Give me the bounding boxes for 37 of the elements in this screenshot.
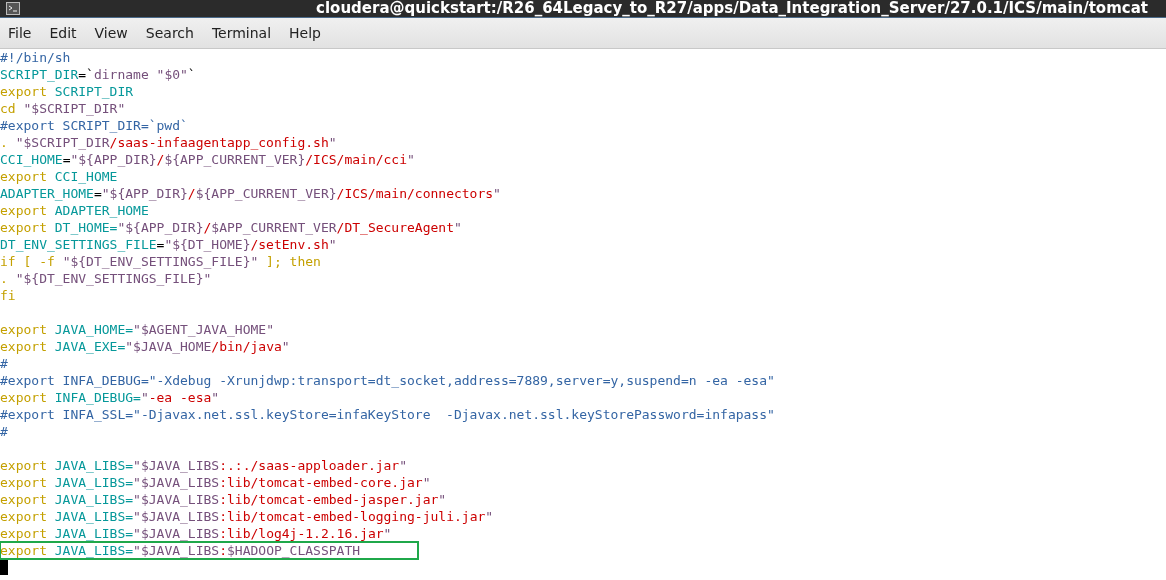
code-line: export JAVA_LIBS="$JAVA_LIBS:lib/log4j-1.2.16.jar"	[0, 525, 392, 542]
code-line: export JAVA_LIBS="$JAVA_LIBS:lib/tomcat-embed-jasper.jar"	[0, 491, 447, 508]
code-line: export INFA_DEBUG="-ea -esa"	[0, 389, 220, 406]
code-line: fi	[0, 287, 16, 304]
code-line: #!/bin/sh	[0, 49, 71, 66]
terminal-icon[interactable]	[6, 2, 20, 15]
code-line: #export SCRIPT_DIR=`pwd`	[0, 117, 188, 134]
code-line: CCI_HOME="${APP_DIR}/${APP_CURRENT_VER}/ICS/main/cci"	[0, 151, 415, 168]
code-line: #export INFA_SSL="-Djavax.net.ssl.keyStore=infaKeyStore -Djavax.net.ssl.keyStorePassword=infapass"	[0, 406, 775, 423]
code-line: export JAVA_EXE="$JAVA_HOME/bin/java"	[0, 338, 290, 355]
code-line: export JAVA_LIBS="$JAVA_LIBS:lib/tomcat-embed-logging-juli.jar"	[0, 508, 494, 525]
code-line: DT_ENV_SETTINGS_FILE="${DT_HOME}/setEnv.sh"	[0, 236, 337, 253]
code-line: export ADAPTER_HOME	[0, 202, 149, 219]
code-line: cd "$SCRIPT_DIR"	[0, 100, 126, 117]
code-line: export JAVA_LIBS="$JAVA_LIBS:$HADOOP_CLASSPATH	[0, 542, 418, 559]
code-line: export CCI_HOME	[0, 168, 118, 185]
menu-item[interactable]: View	[88, 22, 134, 44]
code-line: #	[0, 423, 8, 440]
menu-item[interactable]: Help	[283, 22, 327, 44]
code-line: #	[0, 355, 8, 372]
text-cursor	[0, 560, 8, 575]
code-line: export DT_HOME="${APP_DIR}/$APP_CURRENT_VER/DT_SecureAgent"	[0, 219, 462, 236]
menu-item[interactable]: File	[2, 22, 38, 44]
code-line: export JAVA_LIBS="$JAVA_LIBS:.:./saas-apploader.jar"	[0, 457, 407, 474]
code-line: . "$SCRIPT_DIR/saas-infaagentapp_config.sh"	[0, 134, 337, 151]
code-line: SCRIPT_DIR=`dirname "$0"`	[0, 66, 196, 83]
menu-item[interactable]: Terminal	[205, 22, 278, 44]
window-title: cloudera@quickstart:/R26_64Legacy_to_R27/apps/Data_Integration_Server/27.0.1/ICS/main/tomcat	[316, 1, 1149, 16]
code-line: export JAVA_HOME="$AGENT_JAVA_HOME"	[0, 321, 274, 338]
code-line: . "${DT_ENV_SETTINGS_FILE}"	[0, 270, 212, 287]
code-line: #export INFA_DEBUG="-Xdebug -Xrunjdwp:transport=dt_socket,address=7889,server=y,suspend=n -ea -esa"	[0, 372, 775, 389]
code-line: ADAPTER_HOME="${APP_DIR}/${APP_CURRENT_VER}/ICS/main/connectors"	[0, 185, 501, 202]
code-line: if [ -f "${DT_ENV_SETTINGS_FILE}" ]; then	[0, 253, 321, 270]
menu-item[interactable]: Search	[139, 22, 200, 44]
code-line: export SCRIPT_DIR	[0, 83, 134, 100]
code-line: export JAVA_LIBS="$JAVA_LIBS:lib/tomcat-embed-core.jar"	[0, 474, 431, 491]
menu-item[interactable]: Edit	[43, 22, 83, 44]
